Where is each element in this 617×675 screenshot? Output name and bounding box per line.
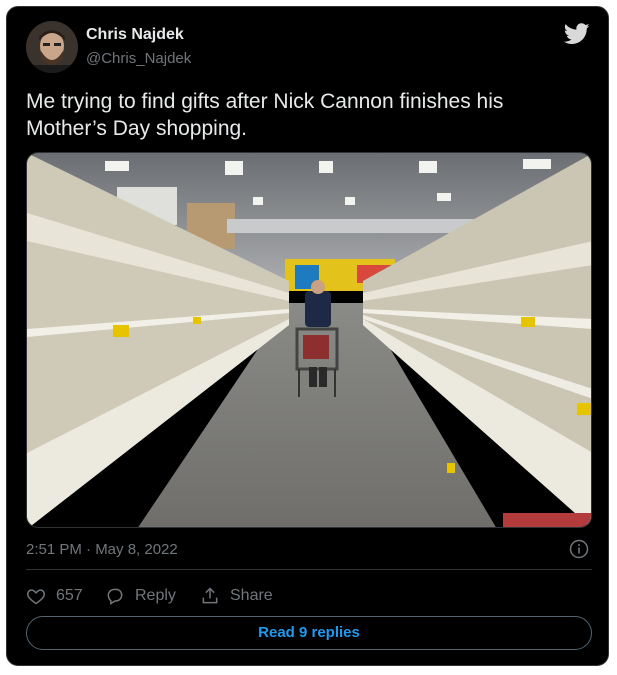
tweet-card: Chris Najdek @Chris_Najdek Me trying to … <box>6 6 609 666</box>
share-label: Share <box>230 587 273 604</box>
share-button[interactable]: Share <box>200 584 273 608</box>
info-icon[interactable] <box>569 539 589 559</box>
like-count: 657 <box>56 587 83 604</box>
twitter-bird-icon[interactable] <box>564 23 590 45</box>
read-replies-button[interactable]: Read 9 replies <box>26 616 592 650</box>
user-avatar-image <box>26 21 78 73</box>
like-button[interactable]: 657 <box>26 584 83 608</box>
reply-button[interactable]: Reply <box>105 584 176 608</box>
author-name[interactable]: Chris Najdek <box>86 26 184 44</box>
author-handle[interactable]: @Chris_Najdek <box>86 50 191 67</box>
heart-icon <box>27 589 45 605</box>
tweet-timestamp[interactable]: 2:51 PM · May 8, 2022 <box>26 541 178 558</box>
speech-bubble-icon <box>107 588 123 605</box>
reply-label: Reply <box>135 587 176 604</box>
tweet-photo[interactable] <box>26 152 592 528</box>
tweet-text: Me trying to find gifts after Nick Canno… <box>26 90 504 140</box>
divider <box>26 569 592 570</box>
avatar[interactable] <box>26 21 78 73</box>
photo-empty-store-aisle <box>27 153 591 527</box>
upload-icon <box>202 587 218 604</box>
